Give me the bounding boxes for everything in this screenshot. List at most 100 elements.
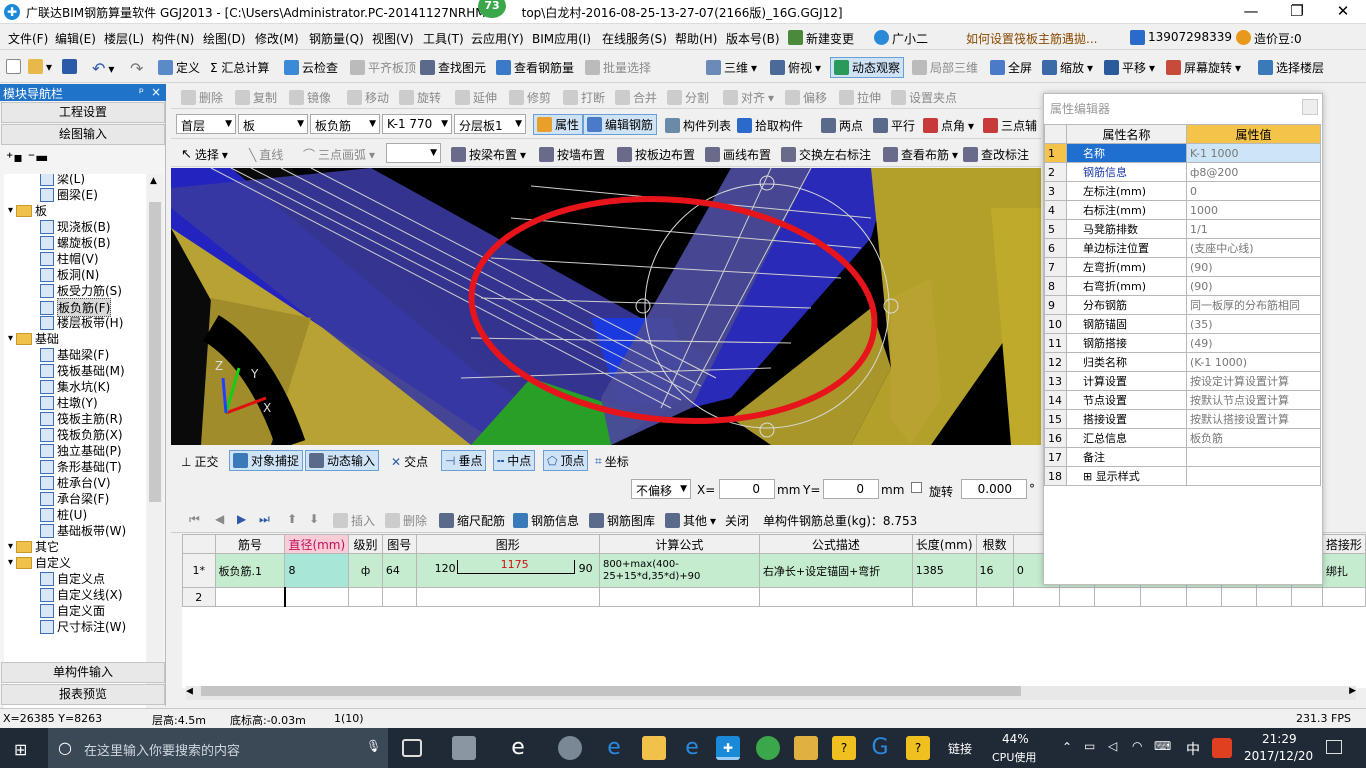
point-angle-button[interactable]: 点角 ▾ (923, 117, 974, 134)
vertex-toggle[interactable]: ⬠ 顶点 (543, 450, 589, 471)
assistant-button[interactable]: 广小二 (874, 30, 928, 47)
links-toolbar[interactable]: 链接 (948, 740, 972, 757)
set-grip-button[interactable]: 设置夹点 (891, 89, 957, 106)
three-point-aux-button[interactable]: 三点辅 (983, 117, 1037, 134)
cell-diameter[interactable]: 8 (284, 553, 350, 588)
parallel-button[interactable]: 平行 (873, 117, 915, 134)
property-row[interactable]: 6 单边标注位置 (支座中心线) (1044, 238, 1321, 258)
cell-count[interactable]: 16 (975, 553, 1014, 588)
arc-tool-button[interactable]: ⌒ 三点画弧 ▾ (303, 146, 375, 163)
glodon-g-icon[interactable]: G (868, 736, 892, 760)
zoom-button[interactable]: 缩放 ▾ (1042, 59, 1093, 76)
property-value[interactable]: (K-1 1000) (1186, 352, 1321, 372)
pin-icon[interactable]: ᵖ (139, 85, 144, 99)
cell-formula-desc[interactable]: 右净长+设定锚固+弯折 (758, 553, 913, 588)
edit-rebar-button[interactable]: 编辑钢筋 (583, 114, 658, 135)
rotate-input[interactable]: 0.000 (961, 479, 1027, 499)
floor-select[interactable]: 首层 ▼ (176, 114, 236, 134)
menu-component[interactable]: 构件(N) (152, 30, 194, 47)
col-bar-no[interactable]: 筋号 (214, 534, 286, 554)
cell-blank[interactable] (1220, 587, 1257, 607)
component-select[interactable]: K-1 770 ▼ (382, 114, 452, 134)
property-value[interactable]: 1/1 (1186, 219, 1321, 239)
ime-indicator[interactable]: 中 (1186, 739, 1200, 759)
split-button[interactable]: 分割 (667, 89, 709, 106)
cell-blank[interactable] (1139, 587, 1187, 607)
property-value[interactable]: 1000 (1186, 200, 1321, 220)
ime-s-icon[interactable] (1212, 738, 1232, 758)
app-notes-icon[interactable] (794, 736, 818, 760)
3d-viewport[interactable]: Z Y X (171, 168, 1041, 445)
subtype-select[interactable]: 板负筋 ▼ (310, 114, 380, 134)
tree-item[interactable]: 螺旋板(B) (40, 234, 111, 251)
col-length[interactable]: 长度(mm) (911, 534, 977, 554)
cell-bar-no[interactable]: 板负筋.1 (214, 553, 286, 588)
property-row[interactable]: 2 钢筋信息 ф8@200 (1044, 162, 1321, 182)
merge-button[interactable]: 合并 (615, 89, 657, 106)
notification-center-icon[interactable] (1326, 740, 1342, 754)
app-green-icon[interactable] (756, 736, 780, 760)
help-app-icon-2[interactable]: ? (906, 736, 930, 760)
tree-item[interactable]: 自定义面 (40, 602, 105, 619)
close-icon[interactable]: × (151, 85, 161, 99)
clock-date[interactable]: 2017/12/20 (1244, 749, 1313, 763)
table-row[interactable]: 2 (182, 587, 1366, 607)
property-value[interactable]: (90) (1186, 257, 1321, 277)
cell-blank[interactable] (1012, 587, 1061, 607)
cell-grade[interactable] (348, 587, 383, 607)
copy-button[interactable]: 复制 (235, 89, 277, 106)
property-row[interactable]: 11 钢筋搭接 (49) (1044, 333, 1321, 353)
menu-modify[interactable]: 修改(M) (255, 30, 299, 47)
clock-time[interactable]: 21:29 (1262, 732, 1297, 746)
select-floor-button[interactable]: 选择楼层 (1258, 59, 1324, 76)
network-icon[interactable]: ▭ (1084, 739, 1095, 753)
tree-item[interactable]: 基础梁(F) (40, 346, 109, 363)
place-by-edge-button[interactable]: 按板边布置 (617, 146, 695, 163)
drawing-input-button[interactable]: 绘图输入 (1, 124, 165, 145)
tree-item[interactable]: 楼层板带(H) (40, 314, 123, 331)
tree-item[interactable]: 圈梁(E) (40, 186, 98, 203)
app-ring-icon[interactable] (558, 736, 582, 760)
rotate-button[interactable]: 旋转 (399, 89, 441, 106)
wifi-icon[interactable]: ◠ (1132, 739, 1142, 753)
tree-item[interactable]: 筏板主筋(R) (40, 410, 123, 427)
screen-rotate-button[interactable]: 屏幕旋转 ▾ (1166, 59, 1241, 76)
fullscreen-button[interactable]: 全屏 (990, 59, 1032, 76)
other-button[interactable]: 其他 ▾ (665, 512, 716, 529)
menu-bim[interactable]: BIM应用(I) (532, 30, 591, 47)
tree-item[interactable]: 集水坑(K) (40, 378, 110, 395)
cell-shape[interactable]: 120 1175 90 (415, 553, 600, 588)
tree-scrollbar[interactable]: ▲ ▼ (147, 174, 163, 719)
property-row[interactable]: 18 ⊞ 显示样式 (1044, 466, 1321, 486)
cloud-check-button[interactable]: 云检查 (284, 59, 338, 76)
cell-formula-desc[interactable] (758, 587, 913, 607)
glodon-app-icon[interactable]: ✚ (716, 736, 740, 760)
move-down-button[interactable]: ⬇ (309, 512, 319, 526)
expand-icon[interactable]: ▾ (8, 333, 13, 344)
chevron-up-icon[interactable]: ⌃ (1062, 740, 1072, 754)
windows-start-icon[interactable]: ⊞ (14, 740, 27, 759)
view-rebar-button[interactable]: 查看钢筋量 (496, 59, 574, 76)
menu-floor[interactable]: 楼层(L) (104, 30, 144, 47)
tree-item[interactable]: 板受力筋(S) (40, 282, 122, 299)
layer-select[interactable]: 分层板1 ▼ (454, 114, 526, 134)
account-phone[interactable]: 13907298339 (1130, 30, 1232, 45)
cell-blank[interactable] (1290, 587, 1323, 607)
dynamic-input-toggle[interactable]: 动态输入 (305, 450, 380, 471)
tree-item[interactable]: 尺寸标注(W) (40, 618, 126, 635)
property-row[interactable]: 12 归类名称 (K-1 1000) (1044, 352, 1321, 372)
last-record-button[interactable]: ⏭ (259, 512, 270, 527)
properties-button[interactable]: 属性 (533, 114, 584, 135)
cell-blank[interactable] (1059, 587, 1096, 607)
offset-button[interactable]: 偏移 (785, 89, 827, 106)
align-slab-top-button[interactable]: 平齐板顶 (350, 59, 416, 76)
property-row[interactable]: 15 搭接设置 按默认搭接设置计算 (1044, 409, 1321, 429)
place-by-wall-button[interactable]: 按墙布置 (539, 146, 605, 163)
menu-version[interactable]: 版本号(B) (726, 30, 780, 47)
move-button[interactable]: 移动 (347, 89, 389, 106)
close-icon[interactable] (1302, 99, 1318, 115)
taskbar-search-box[interactable]: ○ 在这里输入你要搜索的内容 🎙 (48, 728, 388, 768)
cell-count[interactable] (975, 587, 1014, 607)
edit-labels-button[interactable]: 查改标注 (963, 146, 1029, 163)
bean-balance[interactable]: 造价豆:0 (1236, 30, 1302, 47)
